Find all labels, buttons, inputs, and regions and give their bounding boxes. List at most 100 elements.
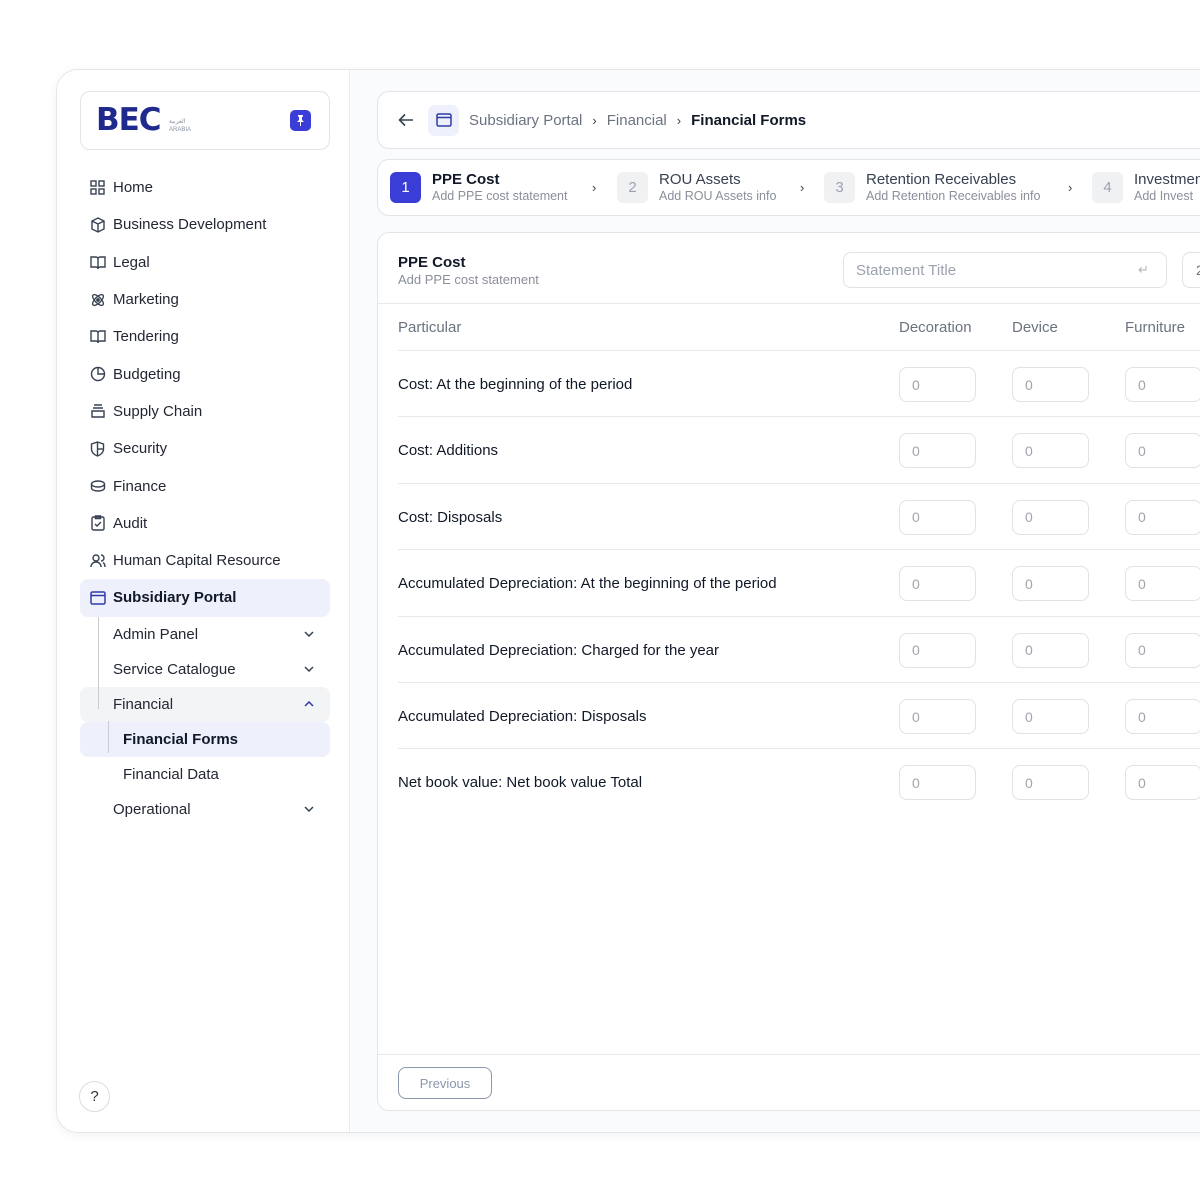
table-row: Cost: Additions <box>398 417 1200 484</box>
furniture-input[interactable] <box>1125 765 1200 801</box>
table-row: Accumulated Depreciation: Charged for th… <box>398 617 1200 683</box>
chevron-up-icon <box>304 701 314 707</box>
shield-icon <box>89 440 106 457</box>
sidebar-item-home[interactable]: Home <box>80 169 330 206</box>
sidebar-item-label: Supply Chain <box>113 402 203 420</box>
sidebar-item-audit[interactable]: Audit <box>80 505 330 542</box>
submenu-service-catalogue[interactable]: Service Catalogue <box>80 652 330 687</box>
step-number: 3 <box>824 172 855 203</box>
help-button[interactable]: ? <box>79 1081 110 1112</box>
pie-icon <box>89 366 106 383</box>
row-label: Cost: Additions <box>398 442 499 460</box>
breadcrumb-financial[interactable]: Financial <box>607 112 667 129</box>
step-title: PPE Cost <box>432 171 500 188</box>
sidebar-item-legal[interactable]: Legal <box>80 244 330 281</box>
chevron-right-icon: › <box>592 112 597 128</box>
table-header: Particular Decoration Device Furniture <box>398 305 1200 351</box>
decoration-input[interactable] <box>899 699 976 734</box>
sidebar-item-finance[interactable]: Finance <box>80 467 330 504</box>
column-header: Device <box>1012 319 1058 336</box>
sidebar-nav: Home Business Development Legal Marketin… <box>80 169 330 827</box>
row-label: Cost: Disposals <box>398 508 503 526</box>
table-row: Cost: At the beginning of the period <box>398 351 1200 418</box>
form-header: PPE Cost Add PPE cost statement ↵ 2 <box>378 233 1200 304</box>
sidebar-item-marketing[interactable]: Marketing <box>80 281 330 318</box>
form-footer: Previous <box>378 1054 1200 1110</box>
step-number: 1 <box>390 172 421 203</box>
tree-line <box>98 616 99 709</box>
device-input[interactable] <box>1012 566 1089 602</box>
decoration-input[interactable] <box>899 433 976 469</box>
decoration-input[interactable] <box>899 499 976 535</box>
sidebar-item-label: Tendering <box>113 328 179 346</box>
logo-box: BEC العربية ARABIA <box>80 91 330 150</box>
table-row: Accumulated Depreciation: At the beginni… <box>398 550 1200 617</box>
sidebar-item-label: Security <box>113 440 168 458</box>
furniture-input[interactable] <box>1125 433 1200 469</box>
statement-title-input[interactable] <box>843 252 1167 288</box>
decoration-input[interactable] <box>899 566 976 602</box>
sidebar-item-security[interactable]: Security <box>80 430 330 467</box>
decoration-input[interactable] <box>899 765 976 801</box>
step-title: Retention Receivables <box>866 171 1017 188</box>
submenu-admin-panel[interactable]: Admin Panel <box>80 617 330 652</box>
submenu-financial-data[interactable]: Financial Data <box>80 757 330 792</box>
row-label: Accumulated Depreciation: Charged for th… <box>398 641 720 659</box>
previous-button[interactable]: Previous <box>398 1067 492 1099</box>
column-header: Furniture <box>1125 319 1186 336</box>
step-number: 4 <box>1092 172 1123 203</box>
decoration-input[interactable] <box>899 632 976 668</box>
furniture-input[interactable] <box>1125 367 1200 402</box>
step-retention-receivables[interactable]: 3 Retention Receivables Add Retention Re… <box>824 171 1041 204</box>
step-subtitle: Add PPE cost statement <box>432 189 568 203</box>
book-icon <box>89 328 106 345</box>
step-ppe-cost[interactable]: 1 PPE Cost Add PPE cost statement <box>390 171 568 204</box>
sidebar-item-label: Audit <box>113 514 148 532</box>
step-title: Investmen <box>1134 171 1200 188</box>
sidebar-item-budgeting[interactable]: Budgeting <box>80 355 330 392</box>
step-subtitle: Add Retention Receivables info <box>866 189 1041 203</box>
sidebar-item-business-development[interactable]: Business Development <box>80 206 330 243</box>
furniture-input[interactable] <box>1125 632 1200 668</box>
device-input[interactable] <box>1012 699 1089 734</box>
device-input[interactable] <box>1012 632 1089 668</box>
sidebar-item-label: Home <box>113 179 154 197</box>
device-input[interactable] <box>1012 367 1089 402</box>
furniture-input[interactable] <box>1125 499 1200 535</box>
pin-sidebar-button[interactable] <box>290 110 311 131</box>
sidebar-item-subsidiary-portal[interactable]: Subsidiary Portal <box>80 579 330 617</box>
device-input[interactable] <box>1012 765 1089 801</box>
step-rou-assets[interactable]: 2 ROU Assets Add ROU Assets info <box>617 171 776 204</box>
stack-icon <box>89 403 106 420</box>
breadcrumb-subsidiary-portal[interactable]: Subsidiary Portal <box>469 112 582 129</box>
form-subtitle: Add PPE cost statement <box>398 272 539 287</box>
app-window: BEC العربية ARABIA Home Business Develop… <box>56 69 1200 1133</box>
sidebar-item-label: Finance <box>113 477 167 495</box>
back-button[interactable] <box>398 113 416 127</box>
sidebar-item-supply-chain[interactable]: Supply Chain <box>80 393 330 430</box>
submenu-operational[interactable]: Operational <box>80 792 330 827</box>
form-header-action[interactable]: 2 <box>1182 252 1200 288</box>
submenu-financial-forms[interactable]: Financial Forms <box>80 721 330 757</box>
sidebar-item-tendering[interactable]: Tendering <box>80 318 330 355</box>
sidebar: BEC العربية ARABIA Home Business Develop… <box>57 70 350 1132</box>
submenu-financial[interactable]: Financial <box>80 686 330 722</box>
chevron-down-icon <box>304 806 314 813</box>
row-label: Accumulated Depreciation: At the beginni… <box>398 575 777 593</box>
sidebar-item-human-capital-resource[interactable]: Human Capital Resource <box>80 542 330 579</box>
sidebar-item-label: Subsidiary Portal <box>113 589 237 607</box>
device-input[interactable] <box>1012 499 1089 535</box>
chevron-right-icon: › <box>676 112 682 128</box>
book-icon <box>89 254 106 271</box>
decoration-input[interactable] <box>899 367 976 402</box>
users-icon <box>89 552 106 569</box>
furniture-input[interactable] <box>1125 699 1200 734</box>
furniture-input[interactable] <box>1125 566 1200 602</box>
window-icon <box>89 589 106 606</box>
box-icon <box>89 216 106 233</box>
enter-icon: ↵ <box>1138 262 1149 277</box>
step-number: 2 <box>617 172 648 203</box>
step-investments[interactable]: 4 Investmen Add Invest <box>1092 171 1200 204</box>
chevron-right-icon: › <box>592 180 597 195</box>
device-input[interactable] <box>1012 433 1089 469</box>
